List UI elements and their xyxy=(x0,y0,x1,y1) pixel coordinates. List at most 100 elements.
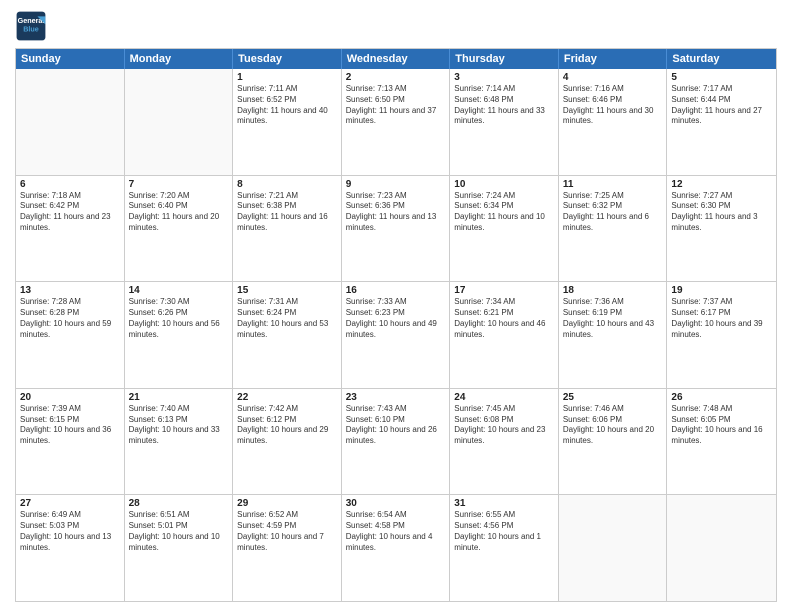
calendar-day-empty xyxy=(125,69,234,175)
day-number: 17 xyxy=(454,285,554,296)
weekday-header-monday: Monday xyxy=(125,49,234,69)
page: General Blue SundayMondayTuesdayWednesda… xyxy=(0,0,792,612)
calendar-day-28: 28Sunrise: 6:51 AMSunset: 5:01 PMDayligh… xyxy=(125,495,234,601)
calendar-row-3: 13Sunrise: 7:28 AMSunset: 6:28 PMDayligh… xyxy=(16,282,776,389)
day-info: Sunrise: 7:24 AMSunset: 6:34 PMDaylight:… xyxy=(454,191,554,234)
day-number: 7 xyxy=(129,179,229,190)
calendar-day-31: 31Sunrise: 6:55 AMSunset: 4:56 PMDayligh… xyxy=(450,495,559,601)
calendar-day-17: 17Sunrise: 7:34 AMSunset: 6:21 PMDayligh… xyxy=(450,282,559,388)
day-number: 5 xyxy=(671,72,772,83)
day-info: Sunrise: 7:16 AMSunset: 6:46 PMDaylight:… xyxy=(563,84,663,127)
calendar-day-14: 14Sunrise: 7:30 AMSunset: 6:26 PMDayligh… xyxy=(125,282,234,388)
calendar-row-5: 27Sunrise: 6:49 AMSunset: 5:03 PMDayligh… xyxy=(16,495,776,601)
calendar-day-3: 3Sunrise: 7:14 AMSunset: 6:48 PMDaylight… xyxy=(450,69,559,175)
day-number: 4 xyxy=(563,72,663,83)
logo-icon: General Blue xyxy=(15,10,47,42)
calendar-day-15: 15Sunrise: 7:31 AMSunset: 6:24 PMDayligh… xyxy=(233,282,342,388)
calendar-row-1: 1Sunrise: 7:11 AMSunset: 6:52 PMDaylight… xyxy=(16,69,776,176)
calendar-day-5: 5Sunrise: 7:17 AMSunset: 6:44 PMDaylight… xyxy=(667,69,776,175)
day-info: Sunrise: 7:28 AMSunset: 6:28 PMDaylight:… xyxy=(20,297,120,340)
day-number: 11 xyxy=(563,179,663,190)
day-info: Sunrise: 7:13 AMSunset: 6:50 PMDaylight:… xyxy=(346,84,446,127)
day-number: 2 xyxy=(346,72,446,83)
day-number: 9 xyxy=(346,179,446,190)
day-number: 20 xyxy=(20,392,120,403)
calendar-day-20: 20Sunrise: 7:39 AMSunset: 6:15 PMDayligh… xyxy=(16,389,125,495)
day-info: Sunrise: 6:54 AMSunset: 4:58 PMDaylight:… xyxy=(346,510,446,553)
day-number: 6 xyxy=(20,179,120,190)
day-info: Sunrise: 6:52 AMSunset: 4:59 PMDaylight:… xyxy=(237,510,337,553)
calendar-day-empty xyxy=(16,69,125,175)
day-info: Sunrise: 7:42 AMSunset: 6:12 PMDaylight:… xyxy=(237,404,337,447)
calendar-day-26: 26Sunrise: 7:48 AMSunset: 6:05 PMDayligh… xyxy=(667,389,776,495)
day-info: Sunrise: 7:30 AMSunset: 6:26 PMDaylight:… xyxy=(129,297,229,340)
day-info: Sunrise: 7:43 AMSunset: 6:10 PMDaylight:… xyxy=(346,404,446,447)
calendar-header: SundayMondayTuesdayWednesdayThursdayFrid… xyxy=(16,49,776,69)
day-number: 12 xyxy=(671,179,772,190)
day-info: Sunrise: 7:40 AMSunset: 6:13 PMDaylight:… xyxy=(129,404,229,447)
calendar-day-11: 11Sunrise: 7:25 AMSunset: 6:32 PMDayligh… xyxy=(559,176,668,282)
day-info: Sunrise: 7:21 AMSunset: 6:38 PMDaylight:… xyxy=(237,191,337,234)
day-number: 1 xyxy=(237,72,337,83)
day-number: 14 xyxy=(129,285,229,296)
calendar-day-24: 24Sunrise: 7:45 AMSunset: 6:08 PMDayligh… xyxy=(450,389,559,495)
calendar-day-30: 30Sunrise: 6:54 AMSunset: 4:58 PMDayligh… xyxy=(342,495,451,601)
calendar-row-4: 20Sunrise: 7:39 AMSunset: 6:15 PMDayligh… xyxy=(16,389,776,496)
day-info: Sunrise: 7:39 AMSunset: 6:15 PMDaylight:… xyxy=(20,404,120,447)
header: General Blue xyxy=(15,10,777,42)
calendar-day-4: 4Sunrise: 7:16 AMSunset: 6:46 PMDaylight… xyxy=(559,69,668,175)
calendar-day-empty xyxy=(667,495,776,601)
calendar-day-9: 9Sunrise: 7:23 AMSunset: 6:36 PMDaylight… xyxy=(342,176,451,282)
day-number: 8 xyxy=(237,179,337,190)
calendar-day-16: 16Sunrise: 7:33 AMSunset: 6:23 PMDayligh… xyxy=(342,282,451,388)
day-info: Sunrise: 7:31 AMSunset: 6:24 PMDaylight:… xyxy=(237,297,337,340)
day-number: 23 xyxy=(346,392,446,403)
day-info: Sunrise: 7:18 AMSunset: 6:42 PMDaylight:… xyxy=(20,191,120,234)
day-info: Sunrise: 6:55 AMSunset: 4:56 PMDaylight:… xyxy=(454,510,554,553)
calendar-day-8: 8Sunrise: 7:21 AMSunset: 6:38 PMDaylight… xyxy=(233,176,342,282)
day-info: Sunrise: 7:14 AMSunset: 6:48 PMDaylight:… xyxy=(454,84,554,127)
day-number: 13 xyxy=(20,285,120,296)
day-number: 27 xyxy=(20,498,120,509)
calendar-day-21: 21Sunrise: 7:40 AMSunset: 6:13 PMDayligh… xyxy=(125,389,234,495)
day-number: 31 xyxy=(454,498,554,509)
day-info: Sunrise: 6:51 AMSunset: 5:01 PMDaylight:… xyxy=(129,510,229,553)
calendar-day-18: 18Sunrise: 7:36 AMSunset: 6:19 PMDayligh… xyxy=(559,282,668,388)
day-info: Sunrise: 7:20 AMSunset: 6:40 PMDaylight:… xyxy=(129,191,229,234)
weekday-header-wednesday: Wednesday xyxy=(342,49,451,69)
weekday-header-sunday: Sunday xyxy=(16,49,125,69)
day-number: 3 xyxy=(454,72,554,83)
day-info: Sunrise: 7:33 AMSunset: 6:23 PMDaylight:… xyxy=(346,297,446,340)
day-info: Sunrise: 7:34 AMSunset: 6:21 PMDaylight:… xyxy=(454,297,554,340)
day-number: 29 xyxy=(237,498,337,509)
day-number: 26 xyxy=(671,392,772,403)
day-info: Sunrise: 7:48 AMSunset: 6:05 PMDaylight:… xyxy=(671,404,772,447)
day-info: Sunrise: 7:17 AMSunset: 6:44 PMDaylight:… xyxy=(671,84,772,127)
day-number: 24 xyxy=(454,392,554,403)
calendar-day-19: 19Sunrise: 7:37 AMSunset: 6:17 PMDayligh… xyxy=(667,282,776,388)
day-info: Sunrise: 7:36 AMSunset: 6:19 PMDaylight:… xyxy=(563,297,663,340)
svg-text:Blue: Blue xyxy=(23,25,39,34)
day-number: 30 xyxy=(346,498,446,509)
calendar-day-13: 13Sunrise: 7:28 AMSunset: 6:28 PMDayligh… xyxy=(16,282,125,388)
day-info: Sunrise: 7:25 AMSunset: 6:32 PMDaylight:… xyxy=(563,191,663,234)
calendar-day-29: 29Sunrise: 6:52 AMSunset: 4:59 PMDayligh… xyxy=(233,495,342,601)
day-number: 18 xyxy=(563,285,663,296)
day-info: Sunrise: 7:11 AMSunset: 6:52 PMDaylight:… xyxy=(237,84,337,127)
calendar: SundayMondayTuesdayWednesdayThursdayFrid… xyxy=(15,48,777,602)
day-number: 15 xyxy=(237,285,337,296)
calendar-day-6: 6Sunrise: 7:18 AMSunset: 6:42 PMDaylight… xyxy=(16,176,125,282)
day-info: Sunrise: 7:46 AMSunset: 6:06 PMDaylight:… xyxy=(563,404,663,447)
day-number: 28 xyxy=(129,498,229,509)
weekday-header-friday: Friday xyxy=(559,49,668,69)
day-number: 10 xyxy=(454,179,554,190)
calendar-day-25: 25Sunrise: 7:46 AMSunset: 6:06 PMDayligh… xyxy=(559,389,668,495)
day-number: 22 xyxy=(237,392,337,403)
calendar-day-23: 23Sunrise: 7:43 AMSunset: 6:10 PMDayligh… xyxy=(342,389,451,495)
calendar-day-empty xyxy=(559,495,668,601)
day-info: Sunrise: 6:49 AMSunset: 5:03 PMDaylight:… xyxy=(20,510,120,553)
day-info: Sunrise: 7:37 AMSunset: 6:17 PMDaylight:… xyxy=(671,297,772,340)
day-info: Sunrise: 7:27 AMSunset: 6:30 PMDaylight:… xyxy=(671,191,772,234)
day-number: 19 xyxy=(671,285,772,296)
day-info: Sunrise: 7:45 AMSunset: 6:08 PMDaylight:… xyxy=(454,404,554,447)
